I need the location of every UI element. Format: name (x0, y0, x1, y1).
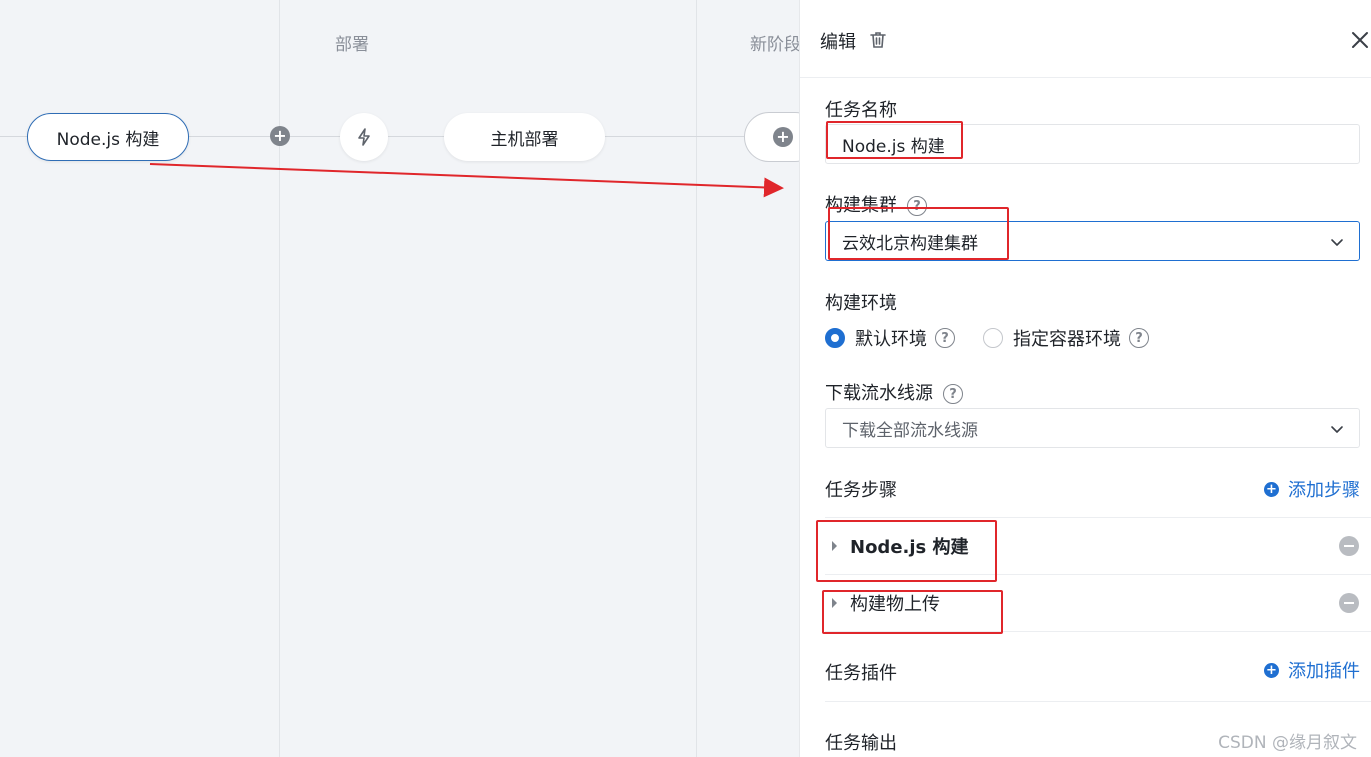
build-cluster-select[interactable]: 云效北京构建集群 (825, 221, 1360, 261)
watermark: CSDN @缘月叙文 (1218, 733, 1357, 753)
stage-title-deploy: 部署 (335, 35, 369, 55)
download-source-label: 下载流水线源? (825, 379, 963, 405)
remove-icon[interactable] (1339, 536, 1359, 556)
task-name-value: Node.js 构建 (842, 136, 945, 157)
build-env-label: 构建环境 (825, 293, 897, 314)
lightning-icon (358, 128, 370, 146)
build-cluster-label-text: 构建集群 (825, 195, 897, 216)
add-step-button[interactable]: + 添加步骤 (1264, 476, 1360, 502)
radio-label: 默认环境 (855, 329, 927, 350)
caret-right-icon[interactable] (832, 598, 837, 608)
caret-right-icon[interactable] (832, 541, 837, 551)
node-build[interactable]: Node.js 构建 (27, 113, 189, 161)
divider (825, 631, 1371, 632)
remove-icon[interactable] (1339, 593, 1359, 613)
task-output-label: 任务输出 (825, 733, 897, 754)
radio-unselected[interactable] (983, 328, 1003, 348)
radio-label: 指定容器环境 (1013, 329, 1121, 350)
add-plugin-button[interactable]: + 添加插件 (1264, 657, 1360, 683)
add-step-label: 添加步骤 (1288, 480, 1360, 501)
build-env-radio-group: 默认环境 ? 指定容器环境 ? (825, 325, 1177, 351)
radio-selected[interactable] (825, 328, 845, 348)
step-item[interactable]: 构建物上传 (825, 574, 1371, 631)
stage-title-new: 新阶段 (750, 35, 800, 55)
panel-header: 编辑 (800, 0, 1371, 78)
close-icon[interactable] (1348, 28, 1371, 52)
plus-circle-icon: + (1264, 481, 1279, 497)
task-steps-header: 任务步骤 + 添加步骤 (825, 476, 1360, 502)
stage-divider (696, 0, 697, 757)
task-plugins-header: 任务插件 + 添加插件 (825, 657, 1360, 684)
step-label: Node.js 构建 (850, 537, 969, 558)
panel-title: 编辑 (820, 32, 856, 53)
add-task-icon[interactable]: + (270, 126, 290, 146)
help-icon[interactable]: ? (1129, 328, 1149, 348)
build-cluster-value: 云效北京构建集群 (842, 233, 978, 254)
connector-line (0, 136, 28, 137)
node-host-deploy[interactable]: 主机部署 (444, 113, 605, 161)
task-steps-label: 任务步骤 (825, 480, 897, 501)
task-name-label: 任务名称 (825, 100, 897, 121)
divider (825, 701, 1371, 702)
connector-line (290, 136, 340, 137)
task-name-input[interactable]: Node.js 构建 (825, 124, 1360, 164)
pipeline-canvas: 部署 新阶段 Node.js 构建 + 主机部署 + (0, 0, 800, 757)
trigger-node[interactable] (340, 113, 388, 161)
trash-icon[interactable] (868, 30, 888, 50)
connector-line (188, 136, 270, 137)
task-plugins-label: 任务插件 (825, 663, 897, 684)
radio-container-env[interactable]: 指定容器环境 ? (983, 325, 1149, 351)
download-source-value: 下载全部流水线源 (842, 420, 978, 441)
plus-icon: + (773, 127, 793, 147)
download-source-select[interactable]: 下载全部流水线源 (825, 408, 1360, 448)
connector-line (604, 136, 744, 137)
plus-circle-icon: + (1264, 662, 1279, 678)
chevron-down-icon (1331, 239, 1343, 246)
step-item[interactable]: Node.js 构建 (825, 517, 1371, 574)
chevron-down-icon (1331, 426, 1343, 433)
help-icon[interactable]: ? (935, 328, 955, 348)
help-icon[interactable]: ? (907, 196, 927, 216)
stage-divider (279, 0, 280, 757)
connector-line (388, 136, 444, 137)
build-cluster-label: 构建集群? (825, 191, 927, 217)
edit-panel: 编辑 任务名称 Node.js 构建 构建集群? 云效北京构建集群 构建环境 默… (799, 0, 1371, 757)
add-stage-button[interactable]: + (744, 112, 800, 162)
step-label: 构建物上传 (850, 594, 940, 615)
help-icon[interactable]: ? (943, 384, 963, 404)
add-plugin-label: 添加插件 (1288, 661, 1360, 682)
download-source-label-text: 下载流水线源 (825, 383, 933, 404)
radio-default-env[interactable]: 默认环境 ? (825, 325, 955, 351)
